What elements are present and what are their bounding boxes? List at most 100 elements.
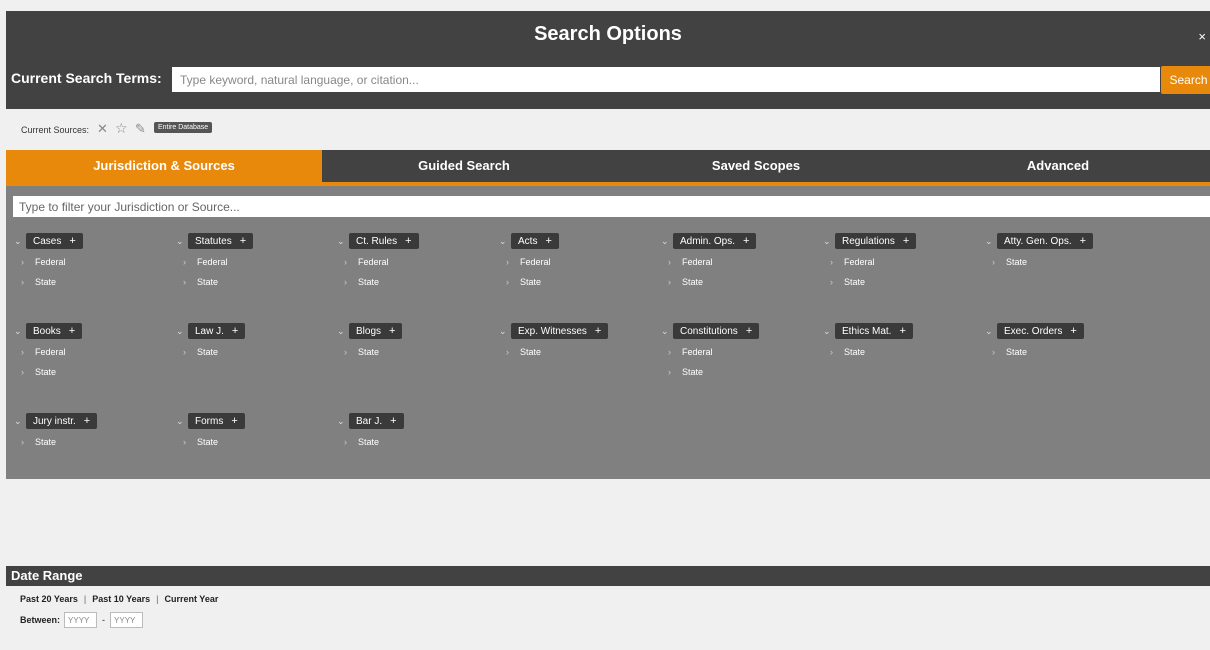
plus-icon[interactable]: + [69,235,75,247]
chevron-down-icon[interactable]: ⌄ [176,416,188,427]
source-group-badge[interactable]: Exp. Witnesses + [511,323,609,339]
source-subitem[interactable]: › State [499,342,608,362]
source-group-badge[interactable]: Books + [26,323,83,339]
source-group-badge[interactable]: Cases + [26,233,83,249]
source-subitem[interactable]: › State [661,362,759,382]
current-year-link[interactable]: Current Year [164,594,218,604]
plus-icon[interactable]: + [545,235,551,247]
plus-icon[interactable]: + [389,325,395,337]
source-subitem[interactable]: › State [823,272,916,292]
source-subitem-label: State [844,347,866,357]
source-subitem[interactable]: › State [14,432,97,452]
chevron-down-icon[interactable]: ⌄ [14,416,26,427]
source-group-badge[interactable]: Jury instr. + [26,413,98,429]
source-subitem[interactable]: › State [337,432,404,452]
from-year-input[interactable] [64,612,98,628]
source-group-badge[interactable]: Constitutions + [673,323,760,339]
plus-icon[interactable]: + [84,415,90,427]
source-group-badge[interactable]: Ct. Rules + [349,233,419,249]
chevron-down-icon[interactable]: ⌄ [985,326,997,337]
plus-icon[interactable]: + [231,415,237,427]
source-subitem[interactable]: › State [176,272,253,292]
source-subitem[interactable]: › Federal [14,342,82,362]
source-subitem[interactable]: › State [337,342,402,362]
source-group-badge[interactable]: Ethics Mat. + [835,323,913,339]
chevron-down-icon[interactable]: ⌄ [337,326,349,337]
source-subitem[interactable]: › State [14,272,83,292]
source-subitem[interactable]: › Federal [176,252,253,272]
chevron-down-icon[interactable]: ⌄ [499,326,511,337]
plus-icon[interactable]: + [1070,325,1076,337]
source-subitem[interactable]: › Federal [823,252,916,272]
chevron-down-icon[interactable]: ⌄ [337,416,349,427]
plus-icon[interactable]: + [69,325,75,337]
chevron-right-icon: › [183,277,186,287]
source-group-badge[interactable]: Blogs + [349,323,403,339]
to-year-input[interactable] [110,612,144,628]
past-10-years-link[interactable]: Past 10 Years [92,594,150,604]
past-20-years-link[interactable]: Past 20 Years [20,594,78,604]
filter-input[interactable] [13,196,1210,217]
source-subitem[interactable]: › Federal [14,252,83,272]
source-subitem[interactable]: › State [176,432,245,452]
chevron-right-icon: › [830,347,833,357]
search-button[interactable]: Search [1161,66,1210,94]
source-subitem[interactable]: › Federal [661,252,756,272]
tab-advanced[interactable]: Advanced [906,150,1210,182]
source-subitem[interactable]: › State [823,342,913,362]
plus-icon[interactable]: + [903,235,909,247]
chevron-down-icon[interactable]: ⌄ [337,236,349,247]
chevron-down-icon[interactable]: ⌄ [823,326,835,337]
source-subitem[interactable]: › State [176,342,245,362]
star-icon[interactable]: ☆ [115,120,128,137]
search-input[interactable] [172,67,1160,92]
source-group-badge[interactable]: Acts + [511,233,559,249]
tab-jurisdiction-sources[interactable]: Jurisdiction & Sources [6,150,322,182]
source-subitem[interactable]: › State [985,252,1093,272]
chevron-down-icon[interactable]: ⌄ [985,236,997,247]
chevron-down-icon[interactable]: ⌄ [823,236,835,247]
chevron-right-icon: › [344,257,347,267]
source-subitem[interactable]: › State [499,272,559,292]
plus-icon[interactable]: + [232,325,238,337]
source-group-badge[interactable]: Atty. Gen. Ops. + [997,233,1094,249]
plus-icon[interactable]: + [390,415,396,427]
source-group-label: Statutes [195,235,232,247]
source-group-badge[interactable]: Bar J. + [349,413,404,429]
chevron-down-icon[interactable]: ⌄ [14,326,26,337]
chevron-right-icon: › [668,257,671,267]
source-subitem[interactable]: › Federal [499,252,559,272]
chevron-down-icon[interactable]: ⌄ [661,326,673,337]
plus-icon[interactable]: + [1080,235,1086,247]
chevron-down-icon[interactable]: ⌄ [176,236,188,247]
source-group-badge[interactable]: Admin. Ops. + [673,233,757,249]
close-icon[interactable]: ✕ [97,121,108,137]
source-group-badge[interactable]: Statutes + [188,233,254,249]
source-subitem[interactable]: › State [14,362,82,382]
plus-icon[interactable]: + [746,325,752,337]
pencil-icon[interactable]: ✎ [135,121,146,137]
source-group-badge[interactable]: Law J. + [188,323,246,339]
source-group-badge[interactable]: Exec. Orders + [997,323,1084,339]
jurisdiction-panel: ⌄Cases+›Federal›State⌄Statutes+›Federal›… [6,186,1210,479]
close-icon[interactable]: × [1198,29,1206,44]
plus-icon[interactable]: + [899,325,905,337]
source-subitem[interactable]: › Federal [337,252,419,272]
chevron-down-icon[interactable]: ⌄ [14,236,26,247]
chevron-down-icon[interactable]: ⌄ [499,236,511,247]
plus-icon[interactable]: + [240,235,246,247]
source-group-badge[interactable]: Regulations + [835,233,917,249]
chevron-down-icon[interactable]: ⌄ [176,326,188,337]
source-subitem[interactable]: › State [661,272,756,292]
source-subitem[interactable]: › State [337,272,419,292]
source-subitem[interactable]: › State [985,342,1084,362]
plus-icon[interactable]: + [595,325,601,337]
tab-saved-scopes[interactable]: Saved Scopes [606,150,906,182]
source-subitem[interactable]: › Federal [661,342,759,362]
plus-icon[interactable]: + [405,235,411,247]
chevron-down-icon[interactable]: ⌄ [661,236,673,247]
plus-icon[interactable]: + [743,235,749,247]
source-subitem-label: State [35,437,57,447]
source-group-badge[interactable]: Forms + [188,413,245,429]
tab-guided-search[interactable]: Guided Search [322,150,606,182]
